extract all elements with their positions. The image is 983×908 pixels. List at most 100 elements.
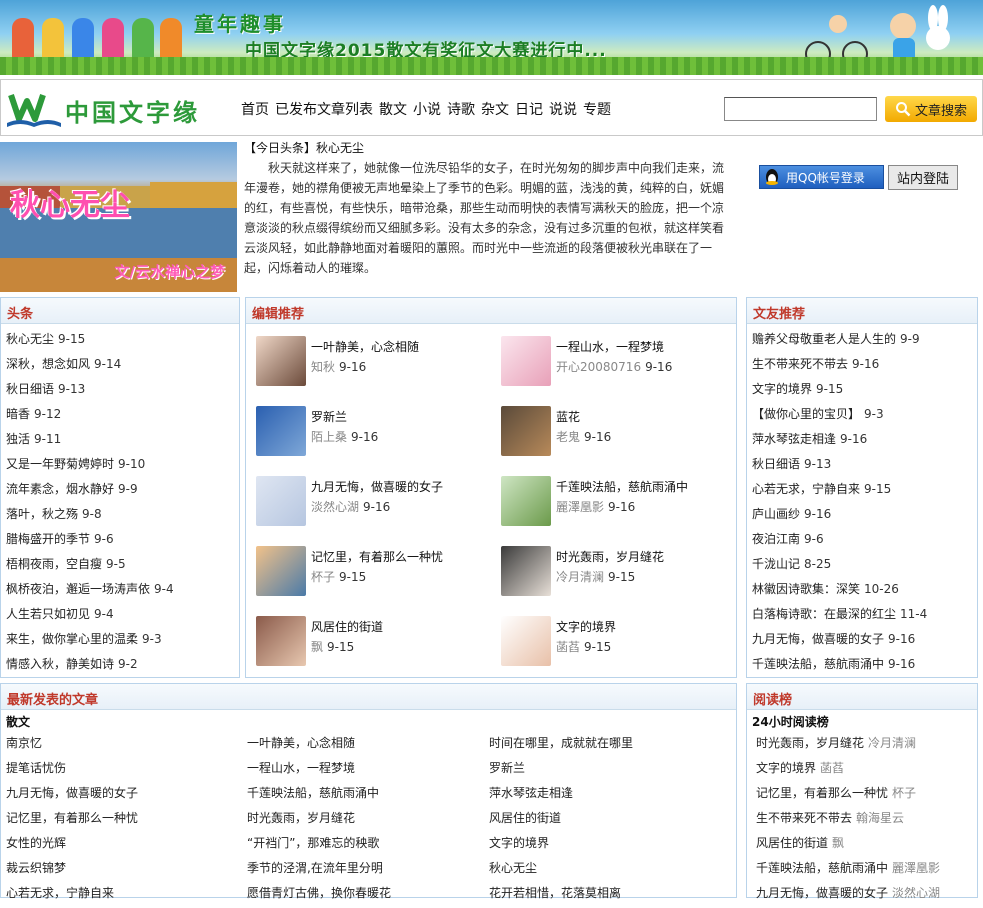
editor-pick-author[interactable]: 开心20080716 [556,360,641,374]
latest-article-link[interactable]: 一程山水，一程梦境 [247,761,355,775]
latest-article-link[interactable]: 秋心无尘 [489,861,537,875]
editor-pick-title[interactable]: 一叶静美，心念相随 [311,338,419,355]
editor-pick-title[interactable]: 记忆里，有着那么一种忧 [311,548,443,565]
editor-pick-title[interactable]: 千莲映法船，慈航雨涌中 [556,478,688,495]
rank-article-link[interactable]: 记忆里，有着那么一种忧 [756,786,888,800]
latest-article-link[interactable]: 花开若相惜，花落莫相离 [489,886,621,900]
friend-pick-link[interactable]: 千莲映法船，慈航雨涌中 [752,657,884,671]
author-avatar[interactable] [501,546,551,596]
rank-author[interactable]: 麗澤凰影 [892,861,940,875]
editor-pick-author[interactable]: 飘 [311,640,323,654]
rank-article-link[interactable]: 千莲映法船，慈航雨涌中 [756,861,888,875]
editor-pick-title[interactable]: 时光轰雨，岁月缝花 [556,548,664,565]
qq-login-button[interactable]: 用QQ帐号登录 [759,165,884,189]
editor-pick-item[interactable]: 罗新兰 陌上桑 9-16 [256,406,496,458]
headline-link[interactable]: 深秋，想念如风 [6,357,90,371]
nav-diary[interactable]: 日记 [515,99,543,119]
editor-pick-author[interactable]: 麗澤凰影 [556,500,604,514]
friend-pick-link[interactable]: 秋日细语 [752,457,800,471]
friend-pick-link[interactable]: 林徽因诗歌集：深笑 [752,582,860,596]
latest-article-link[interactable]: 罗新兰 [489,761,525,775]
latest-article-link[interactable]: 愿借青灯古佛，换你春暖花 [247,886,391,900]
headline-link[interactable]: 流年素念，烟水静好 [6,482,114,496]
site-logo-text[interactable]: 中国文字缘 [65,93,200,128]
editor-pick-author[interactable]: 知秋 [311,360,335,374]
search-input[interactable] [724,97,877,121]
friend-pick-link[interactable]: 庐山画纱 [752,507,800,521]
nav-novel[interactable]: 小说 [413,99,441,119]
headline-link[interactable]: 腊梅盛开的季节 [6,532,90,546]
headline-link[interactable]: 独活 [6,432,30,446]
headline-link[interactable]: 秋心无尘 [6,332,54,346]
author-avatar[interactable] [501,406,551,456]
editor-pick-item[interactable]: 文字的境界 菡萏 9-15 [501,616,741,668]
latest-article-link[interactable]: 一叶静美，心念相随 [247,736,355,750]
headline-link[interactable]: 落叶，秋之殇 [6,507,78,521]
search-button[interactable]: 文章搜索 [885,96,977,122]
editor-pick-item[interactable]: 蓝花 老鬼 9-16 [501,406,741,458]
latest-article-link[interactable]: 心若无求，宁静自来 [6,886,114,900]
nav-published-list[interactable]: 已发布文章列表 [275,99,373,119]
headline-image[interactable]: 秋心无尘 文/云水禅心之梦 [0,142,237,292]
author-avatar[interactable] [256,476,306,526]
editor-pick-title[interactable]: 蓝花 [556,408,580,425]
friend-pick-link[interactable]: 萍水琴弦走相逢 [752,432,836,446]
editor-pick-item[interactable]: 一程山水，一程梦境 开心20080716 9-16 [501,336,741,388]
editor-pick-title[interactable]: 文字的境界 [556,618,616,635]
friend-pick-link[interactable]: 千泷山记 [752,557,800,571]
nav-prose[interactable]: 散文 [379,99,407,119]
latest-article-link[interactable]: 季节的泾渭,在流年里分明 [247,861,383,875]
latest-article-link[interactable]: 时光轰雨，岁月缝花 [247,811,355,825]
friend-pick-link[interactable]: 生不带来死不带去 [752,357,848,371]
latest-article-link[interactable]: 南京忆 [6,736,42,750]
rank-article-link[interactable]: 九月无悔，做喜暖的女子 [756,886,888,900]
author-avatar[interactable] [501,616,551,666]
editor-pick-title[interactable]: 罗新兰 [311,408,347,425]
headline-tag[interactable]: 【今日头条】秋心无尘 [244,138,729,158]
editor-pick-author[interactable]: 菡萏 [556,640,580,654]
rank-author[interactable]: 淡然心湖 [892,886,940,900]
latest-article-link[interactable]: 文字的境界 [489,836,549,850]
editor-pick-title[interactable]: 九月无悔，做喜暖的女子 [311,478,443,495]
latest-article-link[interactable]: 裁云织锦梦 [6,861,66,875]
author-avatar[interactable] [501,336,551,386]
editor-pick-author[interactable]: 陌上桑 [311,430,347,444]
author-avatar[interactable] [256,406,306,456]
friend-pick-link[interactable]: 心若无求，宁静自来 [752,482,860,496]
friend-pick-link[interactable]: 夜泊江南 [752,532,800,546]
rank-author[interactable]: 冷月清澜 [868,736,916,750]
rank-article-link[interactable]: 生不带来死不带去 [756,811,852,825]
author-avatar[interactable] [256,546,306,596]
rank-article-link[interactable]: 风居住的街道 [756,836,828,850]
top-banner[interactable]: 童年趣事 中国文字缘2015散文有奖征文大赛进行中... [0,0,983,75]
editor-pick-author[interactable]: 杯子 [311,570,335,584]
rank-author[interactable]: 翰海星云 [856,811,904,825]
site-logo-icon[interactable] [5,89,63,129]
editor-pick-title[interactable]: 一程山水，一程梦境 [556,338,664,355]
editor-pick-item[interactable]: 千莲映法船，慈航雨涌中 麗澤凰影 9-16 [501,476,741,528]
friend-pick-link[interactable]: 九月无悔，做喜暖的女子 [752,632,884,646]
nav-talk[interactable]: 说说 [549,99,577,119]
site-login-button[interactable]: 站内登陆 [888,165,958,190]
author-avatar[interactable] [256,336,306,386]
friend-pick-link[interactable]: 白落梅诗歌：在最深的红尘 [752,607,896,621]
rank-article-link[interactable]: 文字的境界 [756,761,816,775]
latest-article-link[interactable]: 萍水琴弦走相逢 [489,786,573,800]
editor-pick-title[interactable]: 风居住的街道 [311,618,383,635]
editor-pick-item[interactable]: 风居住的街道飘 9-15 [256,616,496,668]
rank-author[interactable]: 菡萏 [820,761,844,775]
editor-pick-item[interactable]: 九月无悔，做喜暖的女子 淡然心湖 9-16 [256,476,496,528]
headline-link[interactable]: 来生，做你掌心里的温柔 [6,632,138,646]
latest-article-link[interactable]: 提笔话忧伤 [6,761,66,775]
headline-link[interactable]: 情感入秋，静美如诗 [6,657,114,671]
editor-pick-author[interactable]: 老鬼 [556,430,580,444]
headline-link[interactable]: 又是一年野菊娉婷时 [6,457,114,471]
rank-author[interactable]: 杯子 [892,786,916,800]
nav-essay[interactable]: 杂文 [481,99,509,119]
friend-pick-link[interactable]: 赡养父母敬重老人是人生的 [752,332,896,346]
latest-article-link[interactable]: “开裆门”，那难忘的秧歌 [247,836,379,850]
latest-article-link[interactable]: 女性的光辉 [6,836,66,850]
headline-link[interactable]: 暗香 [6,407,30,421]
nav-poetry[interactable]: 诗歌 [447,99,475,119]
headline-link[interactable]: 枫桥夜泊，邂逅一场涛声依 [6,582,150,596]
